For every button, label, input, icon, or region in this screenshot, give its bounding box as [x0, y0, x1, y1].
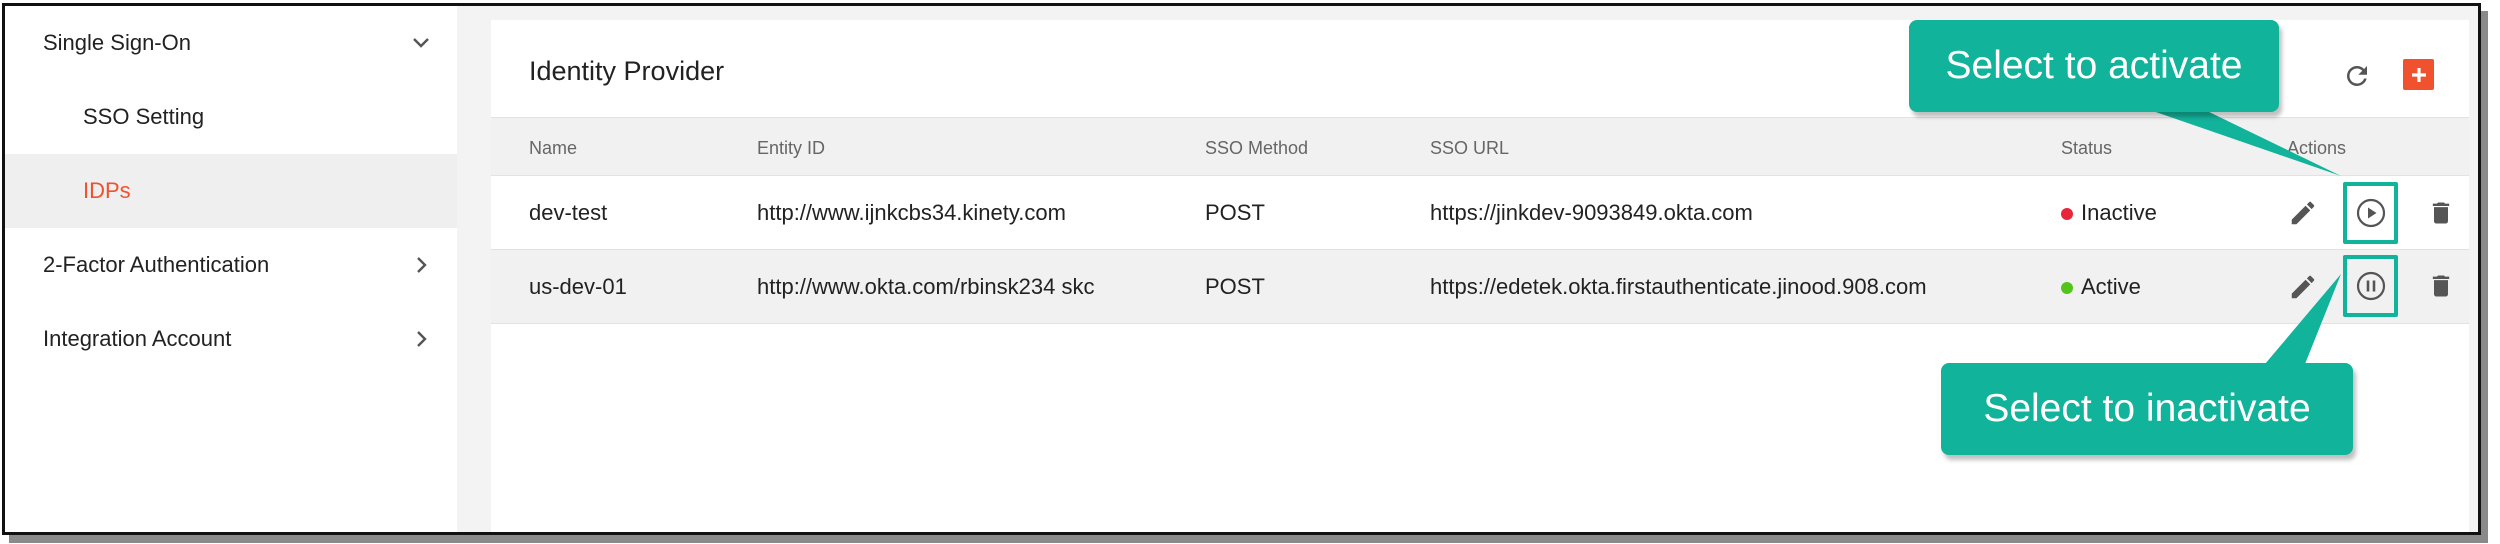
app-window: Single Sign-On SSO Setting IDPs 2-Factor… — [2, 3, 2481, 535]
column-header-sso-url: SSO URL — [1430, 138, 1510, 158]
table-header: Name Entity ID SSO Method SSO URL Status… — [491, 117, 2469, 176]
column-header-name: Name — [529, 138, 578, 158]
play-icon — [2356, 198, 2386, 228]
sidebar-item-label: IDPs — [83, 178, 131, 203]
sidebar-item-idps[interactable]: IDPs — [5, 154, 457, 228]
table-row: us-dev-01 http://www.okta.com/rbinsk234 … — [491, 250, 2469, 324]
cell-name: us-dev-01 — [529, 274, 627, 299]
column-header-actions: Actions — [2287, 138, 2347, 158]
status-inactive-dot — [2061, 208, 2073, 220]
chevron-down-icon — [409, 31, 433, 55]
cell-sso-method: POST — [1205, 274, 1265, 299]
column-header-entity-id: Entity ID — [757, 138, 826, 158]
cell-name: dev-test — [529, 200, 608, 225]
edit-button[interactable] — [2285, 195, 2321, 231]
sidebar: Single Sign-On SSO Setting IDPs 2-Factor… — [5, 6, 457, 532]
sidebar-item-2-factor-authentication[interactable]: 2-Factor Authentication — [5, 228, 457, 302]
chevron-right-icon — [409, 253, 433, 277]
cell-sso-url: https://edetek.okta.firstauthenticate.ji… — [1430, 274, 1927, 299]
trash-icon — [2432, 275, 2450, 297]
add-idp-button[interactable] — [2403, 59, 2434, 90]
plus-icon — [2411, 67, 2426, 82]
inactivate-button[interactable] — [2353, 268, 2389, 304]
refresh-button[interactable] — [2337, 56, 2377, 96]
callout-inactivate: Select to inactivate — [1941, 363, 2353, 455]
edit-button[interactable] — [2285, 269, 2321, 305]
chevron-right-icon — [409, 327, 433, 351]
table-row: dev-test http://www.ijnkcbs34.kinety.com… — [491, 176, 2469, 250]
activate-button[interactable] — [2353, 195, 2389, 231]
sidebar-item-label: 2-Factor Authentication — [43, 252, 270, 277]
sidebar-item-integration-account[interactable]: Integration Account — [5, 302, 457, 376]
cell-sso-method: POST — [1205, 200, 1265, 225]
column-header-status: Status — [2061, 138, 2113, 158]
sidebar-item-label: Single Sign-On — [43, 30, 191, 55]
trash-icon — [2432, 202, 2450, 224]
sidebar-item-sso-setting[interactable]: SSO Setting — [5, 80, 457, 154]
cell-sso-url: https://jinkdev-9093849.okta.com — [1430, 200, 1753, 225]
cell-entity-id: http://www.okta.com/rbinsk234 skc — [757, 274, 1095, 299]
column-header-sso-method: SSO Method — [1205, 138, 1309, 158]
callout-activate: Select to activate — [1909, 20, 2279, 112]
refresh-icon — [2347, 66, 2367, 86]
pause-icon — [2356, 271, 2386, 301]
sidebar-item-label: SSO Setting — [83, 104, 205, 129]
status-badge: Inactive — [2081, 200, 2157, 225]
delete-button[interactable] — [2423, 268, 2459, 304]
page-title: Identity Provider — [529, 56, 725, 86]
status-badge: Active — [2081, 274, 2141, 299]
pencil-icon — [2291, 201, 2315, 225]
delete-button[interactable] — [2423, 195, 2459, 231]
sidebar-item-single-sign-on[interactable]: Single Sign-On — [5, 6, 457, 80]
status-active-dot — [2061, 282, 2073, 294]
cell-entity-id: http://www.ijnkcbs34.kinety.com — [757, 200, 1066, 225]
pencil-icon — [2291, 275, 2315, 299]
sidebar-item-label: Integration Account — [43, 326, 232, 351]
